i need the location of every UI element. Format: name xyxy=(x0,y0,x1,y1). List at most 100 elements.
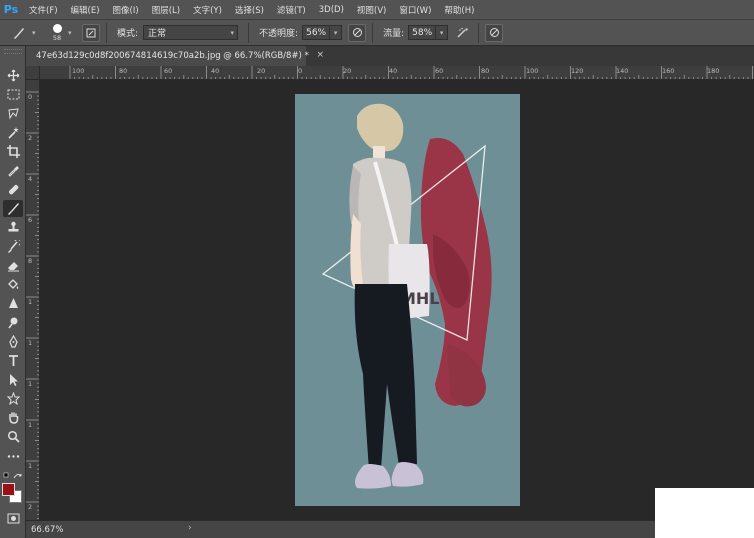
airbrush-button[interactable] xyxy=(454,24,472,42)
crop-tool[interactable] xyxy=(3,143,23,160)
marquee-icon xyxy=(7,89,19,100)
foreground-color-swatch[interactable] xyxy=(2,483,15,496)
ruler-label: 20 xyxy=(343,67,352,75)
menu-layer[interactable]: 图层(L) xyxy=(145,4,186,16)
document-tab[interactable]: 47e63d129c0d8f200674814619c70a2b.jpg @ 6… xyxy=(26,46,324,66)
lasso-tool[interactable] xyxy=(3,105,23,122)
red-brush-stroke xyxy=(420,138,492,407)
ruler-label: 0 xyxy=(28,93,33,101)
ruler-label: 0 xyxy=(298,67,303,75)
zoom-level[interactable]: 66.67% xyxy=(31,525,63,535)
menu-file[interactable]: 文件(F) xyxy=(22,4,64,16)
flow-slider-toggle[interactable]: ▾ xyxy=(436,25,449,40)
default-colors-button[interactable] xyxy=(1,467,25,484)
brush-tool[interactable] xyxy=(3,200,23,217)
menu-edit[interactable]: 编辑(E) xyxy=(64,4,106,16)
brush-tip-icon xyxy=(52,23,62,33)
move-icon xyxy=(7,69,19,82)
shape-tool[interactable] xyxy=(3,390,23,407)
eyedropper-tool[interactable] xyxy=(3,162,23,179)
menu-filter[interactable]: 滤镜(T) xyxy=(270,4,312,16)
brush-size-value: 58 xyxy=(52,33,62,42)
history-brush-icon xyxy=(7,240,20,253)
path-selection-icon xyxy=(9,374,18,386)
ruler-label: 60 xyxy=(435,67,444,75)
path-selection-tool[interactable] xyxy=(3,371,23,388)
ruler-label: 8 xyxy=(28,257,33,265)
pressure-opacity-button[interactable] xyxy=(348,23,367,42)
type-tool[interactable] xyxy=(3,352,23,369)
blend-mode-select[interactable]: 正常 ▾ xyxy=(143,25,239,40)
opacity-input[interactable]: 56% xyxy=(302,25,331,40)
pressure-size-button[interactable] xyxy=(485,23,504,42)
more-tools-button[interactable] xyxy=(3,448,23,465)
ruler-label: 80 xyxy=(481,67,490,75)
menu-image[interactable]: 图像(I) xyxy=(106,4,145,16)
pressure-size-icon xyxy=(489,28,499,37)
horizontal-ruler[interactable]: 100 80 60 40 20 0 20 40 60 80 100 120 14… xyxy=(40,66,754,80)
brush-panel-toggle[interactable] xyxy=(82,23,100,42)
zoom-tool[interactable] xyxy=(3,428,23,445)
close-icon[interactable]: × xyxy=(316,50,324,60)
menu-bar: Ps 文件(F) 编辑(E) 图像(I) 图层(L) 文字(Y) 选择(S) 滤… xyxy=(0,0,754,19)
magic-wand-icon xyxy=(7,127,19,139)
menu-window[interactable]: 窗口(W) xyxy=(392,4,437,16)
quick-mask-button[interactable] xyxy=(3,510,23,527)
pen-tool[interactable] xyxy=(3,333,23,350)
menu-3d[interactable]: 3D(D) xyxy=(312,5,350,15)
hand-tool[interactable] xyxy=(3,409,23,426)
menu-type[interactable]: 文字(Y) xyxy=(186,4,228,16)
quick-mask-icon xyxy=(7,513,19,524)
ruler-label: 160 xyxy=(662,67,675,75)
app-logo: Ps xyxy=(3,3,19,16)
document-tab-bar: 47e63d129c0d8f200674814619c70a2b.jpg @ 6… xyxy=(26,46,754,66)
shape-icon xyxy=(6,392,20,405)
vertical-ruler[interactable]: 0 2 4 6 8 1 1 1 1 1 2 xyxy=(26,80,40,520)
ruler-label: 40 xyxy=(211,67,220,75)
ruler-label: 1 xyxy=(28,380,33,388)
hand-icon xyxy=(8,412,18,424)
ruler-label: 1 xyxy=(28,462,33,470)
magic-wand-tool[interactable] xyxy=(3,124,23,141)
menu-select[interactable]: 选择(S) xyxy=(228,4,270,16)
ruler-label: 6 xyxy=(28,216,33,224)
move-tool[interactable] xyxy=(3,67,23,84)
divider xyxy=(372,22,374,43)
dodge-tool[interactable] xyxy=(3,314,23,331)
ruler-label: 2 xyxy=(28,134,33,142)
eraser-tool[interactable] xyxy=(3,257,23,274)
ruler-label: 100 xyxy=(72,67,85,75)
menu-help[interactable]: 帮助(H) xyxy=(437,4,480,16)
toolbox xyxy=(0,46,26,538)
chevron-down-icon[interactable]: ▾ xyxy=(32,29,40,37)
menu-view[interactable]: 视图(V) xyxy=(350,4,392,16)
dodge-icon xyxy=(7,317,17,329)
ruler-label: 60 xyxy=(164,67,173,75)
marquee-tool[interactable] xyxy=(3,86,23,103)
chevron-down-icon[interactable]: ▾ xyxy=(68,29,76,37)
ruler-label: 20 xyxy=(257,67,266,75)
eraser-icon xyxy=(7,262,19,272)
paint-bucket-tool[interactable] xyxy=(3,276,23,293)
paint-bucket-icon xyxy=(7,279,18,289)
brush-size-picker[interactable]: 58 xyxy=(46,22,68,44)
watermark-area xyxy=(655,488,754,538)
history-brush-tool[interactable] xyxy=(3,238,23,255)
ruler-label: 4 xyxy=(28,175,33,183)
brush-panel-icon xyxy=(86,28,96,37)
clone-stamp-tool[interactable] xyxy=(3,219,23,236)
brush-icon xyxy=(14,27,24,39)
opacity-slider-toggle[interactable]: ▾ xyxy=(330,25,343,40)
toolbox-grip[interactable] xyxy=(4,49,22,54)
tool-preset-picker[interactable] xyxy=(6,23,32,43)
healing-brush-tool[interactable] xyxy=(3,181,23,198)
ruler-label: 140 xyxy=(616,67,629,75)
blend-mode-value: 正常 xyxy=(148,29,167,39)
status-menu-arrow[interactable]: › xyxy=(188,523,192,533)
ruler-corner[interactable] xyxy=(26,66,40,80)
crop-icon xyxy=(6,145,20,158)
pen-icon xyxy=(8,335,18,348)
document-canvas[interactable]: MHL xyxy=(295,94,520,506)
flow-input[interactable]: 58% xyxy=(408,25,437,40)
blur-tool[interactable] xyxy=(3,295,23,312)
